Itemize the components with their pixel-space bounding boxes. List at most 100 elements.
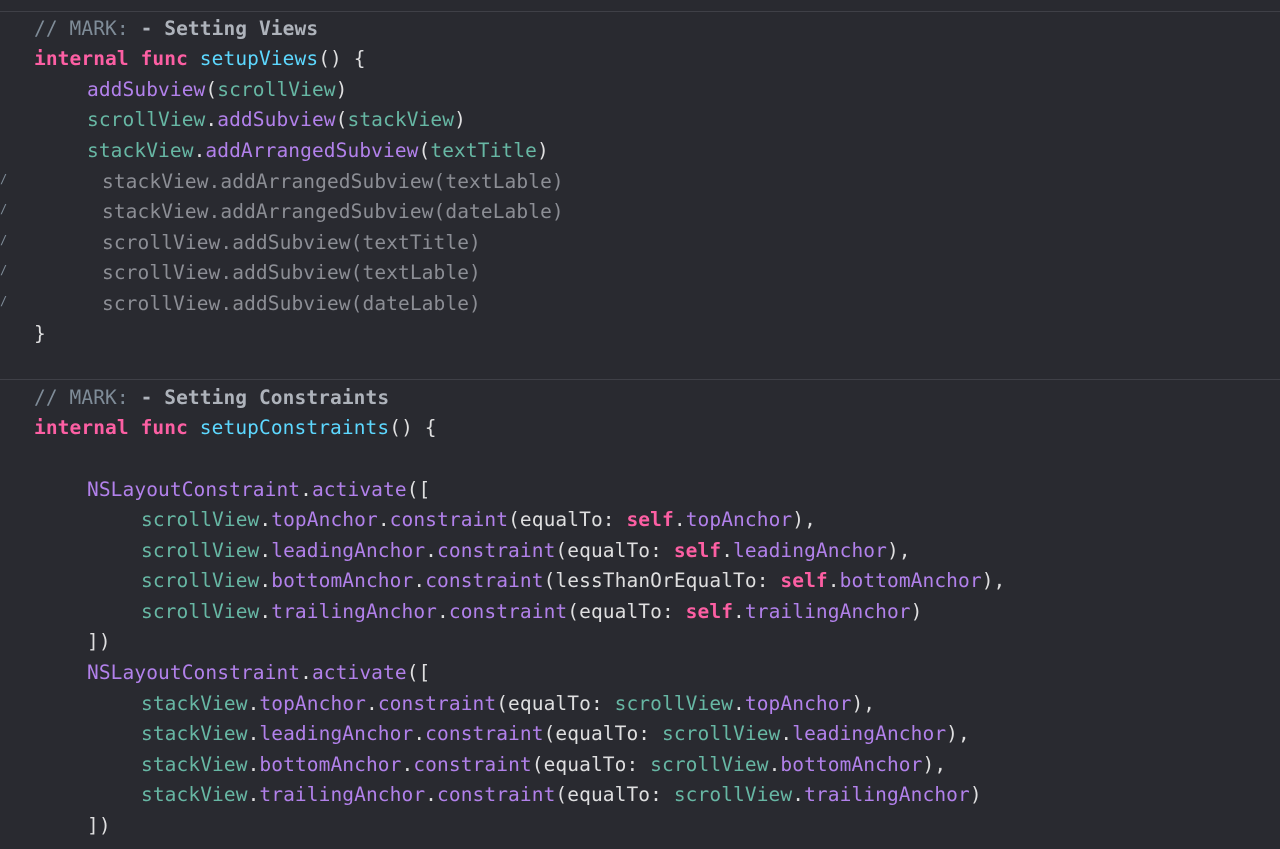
- row-end: ),: [922, 753, 947, 776]
- mark-comment-setting-views[interactable]: // MARK: - Setting Views: [34, 14, 318, 44]
- code-line-stackview-add-arranged[interactable]: stackView.addArrangedSubview(textTitle): [87, 136, 549, 166]
- row-end: ),: [946, 722, 970, 745]
- anchor: leadingAnchor: [271, 539, 426, 562]
- row-end: ): [969, 783, 982, 806]
- constraint-row[interactable]: scrollView.topAnchor.constraint(equalTo:…: [141, 505, 816, 535]
- method-call: constraint: [413, 753, 532, 776]
- constraint-row[interactable]: stackView.topAnchor.constraint(equalTo: …: [141, 689, 875, 719]
- object: stackView: [141, 753, 248, 776]
- mark-title: - Setting Constraints: [140, 386, 390, 409]
- commented-code-line[interactable]: scrollView.addSubview(dateLable): [102, 289, 481, 319]
- row-end: ),: [981, 569, 1006, 592]
- comment-prefix: // MARK:: [34, 17, 141, 40]
- method-call: addArrangedSubview: [205, 139, 419, 162]
- anchor: topAnchor: [259, 692, 366, 715]
- object: scrollView: [141, 539, 260, 562]
- bracket-close[interactable]: ]): [87, 627, 111, 657]
- dot: .: [205, 108, 218, 131]
- closing-brace[interactable]: }: [34, 319, 46, 349]
- code-editor[interactable]: // MARK: - Setting Views internal func s…: [0, 0, 1280, 849]
- row-end: ): [910, 600, 923, 623]
- target-anchor: trailingAnchor: [804, 783, 970, 806]
- argument: textTitle: [430, 139, 537, 162]
- gutter-change-mark: /: [0, 202, 8, 216]
- func-declaration-setup-views[interactable]: internal func setupViews() {: [34, 44, 366, 74]
- method-call: constraint: [437, 539, 556, 562]
- mark-comment-setting-constraints[interactable]: // MARK: - Setting Constraints: [34, 383, 389, 413]
- method-call: constraint: [377, 692, 497, 715]
- method-call: activate: [311, 478, 407, 501]
- section-divider: [0, 11, 1280, 12]
- arg-label: (lessThanOrEqualTo:: [543, 569, 781, 592]
- reference-object: scrollView: [650, 753, 769, 776]
- reference-object: scrollView: [673, 783, 793, 806]
- method-call: constraint: [448, 600, 568, 623]
- object: scrollView: [141, 600, 260, 623]
- constraint-row[interactable]: scrollView.bottomAnchor.constraint(lessT…: [141, 566, 1005, 596]
- anchor: bottomAnchor: [271, 569, 414, 592]
- code-line-scrollview-add-subview[interactable]: scrollView.addSubview(stackView): [87, 105, 466, 135]
- dot: .: [300, 661, 312, 684]
- section-divider: [0, 379, 1280, 380]
- method-call: activate: [311, 661, 407, 684]
- function-name: setupViews: [199, 47, 319, 70]
- method-call: constraint: [437, 783, 556, 806]
- activate-call[interactable]: NSLayoutConstraint.activate([: [87, 658, 430, 688]
- gutter-change-mark: /: [0, 172, 8, 186]
- keyword-self: self: [626, 508, 674, 531]
- bracket-close[interactable]: ]): [87, 811, 111, 841]
- argument: scrollView: [217, 78, 336, 101]
- paren: (: [335, 108, 348, 131]
- target-anchor: bottomAnchor: [780, 753, 923, 776]
- constraint-row[interactable]: scrollView.trailingAnchor.constraint(equ…: [141, 597, 923, 627]
- commented-code-line[interactable]: stackView.addArrangedSubview(textLable): [102, 167, 564, 197]
- target-anchor: bottomAnchor: [839, 569, 982, 592]
- reference-object: scrollView: [614, 692, 734, 715]
- anchor: trailingAnchor: [271, 600, 438, 623]
- keyword-func: func: [140, 416, 188, 439]
- keyword-self: self: [673, 539, 722, 562]
- keyword-self: self: [685, 600, 734, 623]
- commented-code-line[interactable]: scrollView.addSubview(textTitle): [102, 228, 481, 258]
- bracket-open: ([: [406, 661, 431, 684]
- signature-end: () {: [389, 416, 437, 439]
- gutter-change-mark: /: [0, 233, 8, 247]
- gutter-change-mark: /: [0, 263, 8, 277]
- target-anchor: trailingAnchor: [744, 600, 911, 623]
- class-name: NSLayoutConstraint: [87, 661, 301, 684]
- object: stackView: [141, 783, 248, 806]
- constraint-row[interactable]: scrollView.leadingAnchor.constraint(equa…: [141, 536, 911, 566]
- object: stackView: [141, 692, 248, 715]
- comment-prefix: // MARK:: [34, 386, 141, 409]
- constraint-row[interactable]: stackView.bottomAnchor.constraint(equalT…: [141, 750, 946, 780]
- commented-code-line[interactable]: scrollView.addSubview(textLable): [102, 258, 481, 288]
- dot: .: [300, 478, 312, 501]
- commented-code-line[interactable]: stackView.addArrangedSubview(dateLable): [102, 197, 564, 227]
- method-call: constraint: [425, 569, 544, 592]
- argument: stackView: [347, 108, 455, 131]
- activate-call[interactable]: NSLayoutConstraint.activate([: [87, 475, 430, 505]
- code-line-add-subview[interactable]: addSubview(scrollView): [87, 75, 348, 105]
- target-anchor: topAnchor: [685, 508, 793, 531]
- method-call: addSubview: [87, 78, 206, 101]
- constraint-row[interactable]: stackView.trailingAnchor.constraint(equa…: [141, 780, 982, 810]
- object: stackView: [87, 139, 194, 162]
- object: stackView: [141, 722, 248, 745]
- func-declaration-setup-constraints[interactable]: internal func setupConstraints() {: [34, 413, 437, 443]
- function-name: setupConstraints: [199, 416, 390, 439]
- row-end: ),: [792, 508, 816, 531]
- object: scrollView: [141, 569, 260, 592]
- class-name: NSLayoutConstraint: [87, 478, 301, 501]
- anchor: trailingAnchor: [259, 783, 426, 806]
- constraint-row[interactable]: stackView.leadingAnchor.constraint(equal…: [141, 719, 970, 749]
- paren: ): [335, 78, 348, 101]
- gutter-change-mark: /: [0, 294, 8, 308]
- keyword-self: self: [780, 569, 828, 592]
- target-anchor: leadingAnchor: [733, 539, 887, 562]
- arg-label: (equalTo:: [555, 539, 674, 562]
- arg-label: (equalTo:: [543, 722, 662, 745]
- keyword-internal: internal: [34, 416, 129, 439]
- paren: (: [205, 78, 218, 101]
- arg-label: (equalTo:: [531, 753, 651, 776]
- object: scrollView: [87, 108, 206, 131]
